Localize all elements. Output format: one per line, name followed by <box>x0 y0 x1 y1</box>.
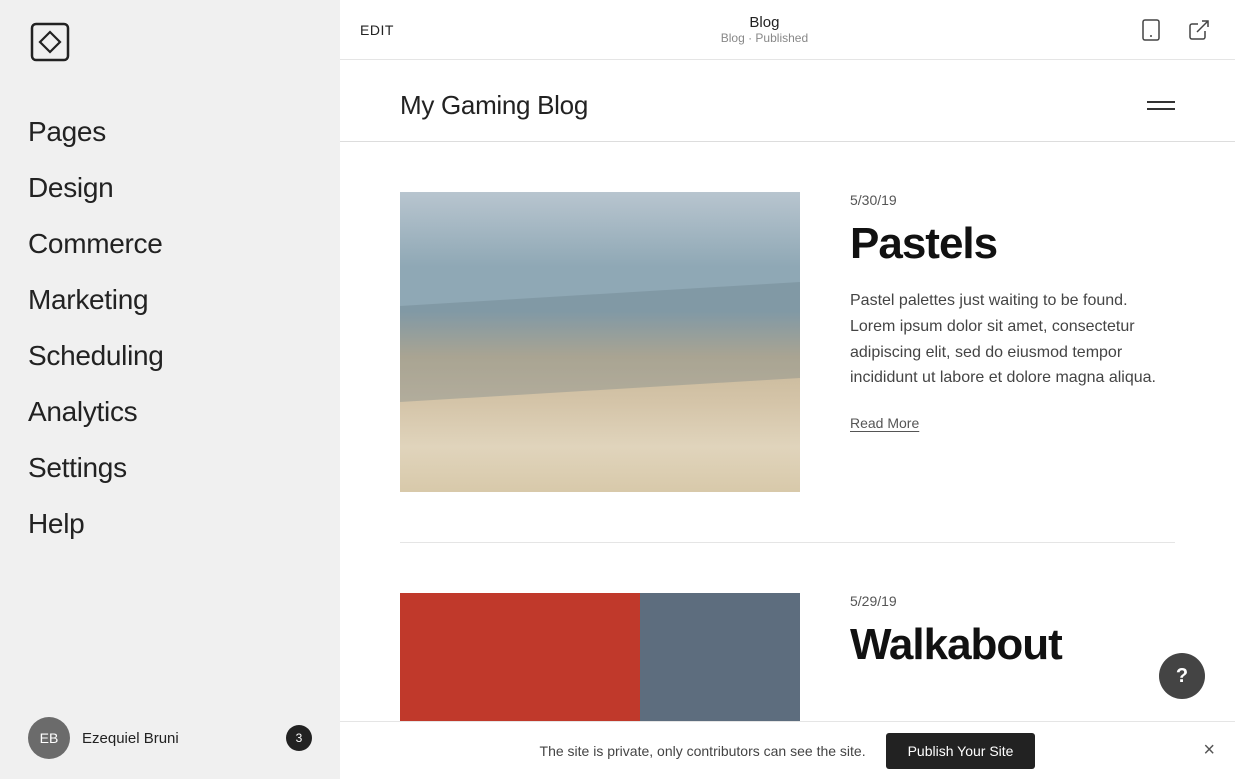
publish-button[interactable]: Publish Your Site <box>886 733 1036 769</box>
sidebar-item-scheduling[interactable]: Scheduling <box>0 328 340 384</box>
page-title: Blog <box>721 14 808 31</box>
post-1-image <box>400 192 800 492</box>
post-2-date: 5/29/19 <box>850 593 1175 609</box>
sidebar-item-analytics[interactable]: Analytics <box>0 384 340 440</box>
user-info[interactable]: EB Ezequiel Bruni <box>28 717 179 759</box>
external-link-icon[interactable] <box>1183 14 1215 46</box>
avatar: EB <box>28 717 70 759</box>
blog-site-title: My Gaming Blog <box>400 90 588 121</box>
sidebar-item-pages[interactable]: Pages <box>0 104 340 160</box>
help-button[interactable]: ? <box>1159 653 1205 699</box>
close-banner-button[interactable]: × <box>1203 739 1215 762</box>
edit-button[interactable]: EDIT <box>360 22 394 38</box>
sidebar-item-settings[interactable]: Settings <box>0 440 340 496</box>
post-1-date: 5/30/19 <box>850 192 1175 208</box>
page-subtitle: Blog · Published <box>721 31 808 45</box>
pastels-image <box>400 192 800 492</box>
post-2-image <box>400 593 800 721</box>
hamburger-line-1 <box>1147 101 1175 103</box>
user-name: Ezequiel Bruni <box>82 730 179 747</box>
logo-area <box>0 0 340 84</box>
preview-pane[interactable]: My Gaming Blog 5/30/19 Pastels Pastel <box>340 60 1235 721</box>
sidebar: Pages Design Commerce Marketing Scheduli… <box>0 0 340 779</box>
notification-badge[interactable]: 3 <box>286 725 312 751</box>
device-toggle-icon[interactable] <box>1135 14 1167 46</box>
topbar: EDIT Blog Blog · Published <box>340 0 1235 60</box>
main-area: EDIT Blog Blog · Published <box>340 0 1235 779</box>
topbar-center: Blog Blog · Published <box>721 14 808 45</box>
post-1-title: Pastels <box>850 220 1175 268</box>
post-1-excerpt: Pastel palettes just waiting to be found… <box>850 288 1175 390</box>
blog-post-2: 5/29/19 Walkabout <box>400 543 1175 721</box>
hamburger-menu-icon[interactable] <box>1147 101 1175 110</box>
brick-image <box>400 593 800 721</box>
hamburger-line-2 <box>1147 108 1175 110</box>
blog-posts: 5/30/19 Pastels Pastel palettes just wai… <box>340 142 1235 721</box>
post-1-content: 5/30/19 Pastels Pastel palettes just wai… <box>850 192 1175 492</box>
sidebar-item-commerce[interactable]: Commerce <box>0 216 340 272</box>
topbar-actions <box>1135 14 1215 46</box>
banner-text: The site is private, only contributors c… <box>540 743 866 759</box>
blog-post-1: 5/30/19 Pastels Pastel palettes just wai… <box>400 142 1175 543</box>
sidebar-item-marketing[interactable]: Marketing <box>0 272 340 328</box>
post-2-content: 5/29/19 Walkabout <box>850 593 1175 721</box>
blog-header: My Gaming Blog <box>340 60 1235 142</box>
sidebar-nav: Pages Design Commerce Marketing Scheduli… <box>0 84 340 697</box>
sidebar-item-design[interactable]: Design <box>0 160 340 216</box>
sidebar-item-help[interactable]: Help <box>0 496 340 552</box>
squarespace-logo-icon <box>28 20 72 64</box>
window-part <box>640 593 800 721</box>
bottom-banner: The site is private, only contributors c… <box>340 721 1235 779</box>
post-2-title: Walkabout <box>850 621 1175 669</box>
post-1-read-more[interactable]: Read More <box>850 415 1175 431</box>
sidebar-footer: EB Ezequiel Bruni 3 <box>0 697 340 779</box>
